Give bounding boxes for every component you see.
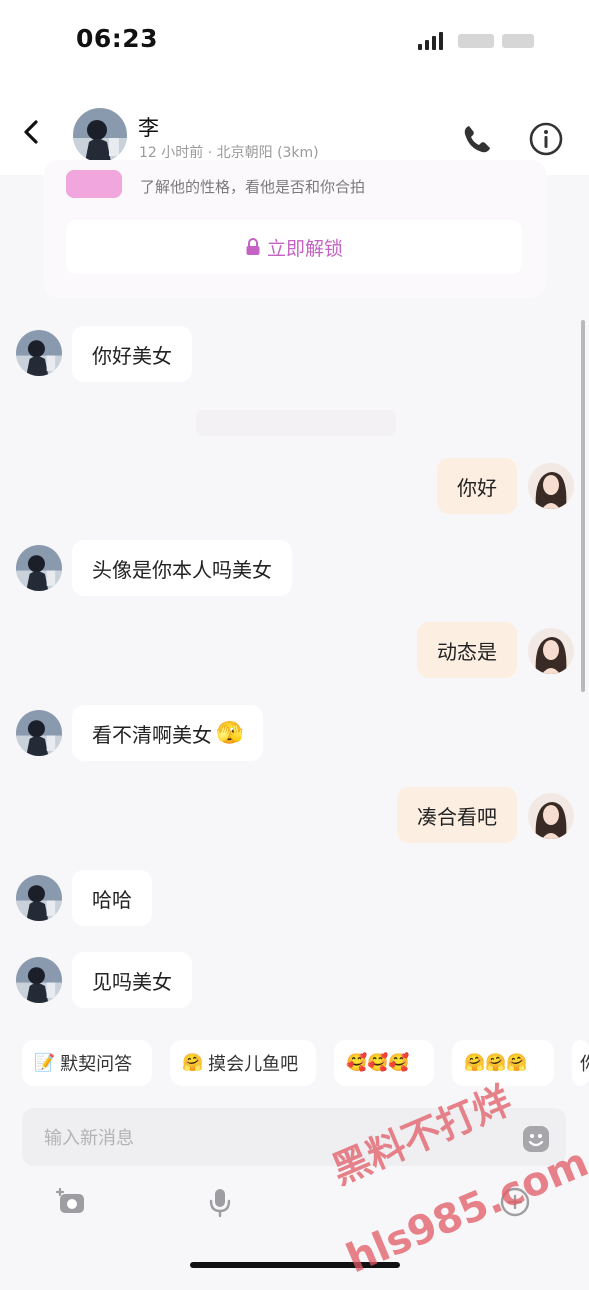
contact-avatar[interactable] [73,108,127,162]
status-time: 06:23 [76,24,159,53]
hug-icon: 🤗 [182,1053,204,1073]
camera-icon [55,1187,84,1213]
message-composer [22,1108,566,1166]
unlock-label: 立即解锁 [266,237,343,260]
chip-emoji-love[interactable]: 🥰🥰🥰 [334,1040,434,1086]
back-button[interactable] [18,118,46,146]
contact-avatar-small[interactable] [16,330,62,376]
card-illustration [66,170,122,198]
outgoing-message[interactable]: 你好 [437,458,517,514]
faint-timestamp-bar [196,410,396,436]
emoji-button[interactable] [522,1125,550,1153]
peek-emoji: 🫣 [216,720,244,746]
contact-avatar-small[interactable] [16,710,62,756]
scrollbar[interactable] [581,320,585,692]
message-text: 你好美女 [92,343,172,368]
chip-tacit-quiz[interactable]: 📝 默契问答 [22,1040,152,1086]
chevron-left-icon [24,120,38,144]
home-indicator [190,1262,400,1268]
outgoing-message[interactable]: 凑合看吧 [397,787,517,843]
incoming-message[interactable]: 哈哈 [72,870,152,926]
wifi-icon [458,34,494,48]
message-text: 动态是 [437,639,497,664]
contact-avatar-small[interactable] [16,545,62,591]
battery-icon [502,34,534,48]
chip-label: 你 [580,1050,589,1076]
incoming-message[interactable]: 你好美女 [72,326,192,382]
smile-icon [523,1126,549,1152]
signal-bar [425,40,429,50]
memo-icon: 📝 [34,1053,56,1073]
my-avatar[interactable] [528,463,574,509]
chip-label: 摸会儿鱼吧 [208,1054,299,1075]
quick-reply-chips: 📝 默契问答 🤗 摸会儿鱼吧 🥰🥰🥰 🤗🤗🤗 你 [0,1040,589,1090]
microphone-icon [209,1189,231,1218]
status-icons [418,30,538,52]
hug-face-icon: 🤗🤗🤗 [464,1053,528,1073]
message-input[interactable] [42,1120,506,1156]
signal-bar [432,36,436,50]
signal-bar [439,32,443,50]
message-text: 哈哈 [92,887,132,912]
contact-name: 李 [138,116,159,140]
info-button[interactable] [528,121,564,157]
message-text: 见吗美女 [92,969,172,994]
message-text: 看不清啊美女 [92,722,212,747]
contact-avatar-small[interactable] [16,957,62,1003]
contact-avatar-small[interactable] [16,875,62,921]
chip-emoji-hug[interactable]: 🤗🤗🤗 [452,1040,554,1086]
my-avatar[interactable] [528,628,574,674]
call-button[interactable] [460,122,494,156]
incoming-message[interactable]: 看不清啊美女 🫣 [72,705,264,761]
info-icon [529,122,563,156]
personality-unlock-card: 了解他的性格，看他是否和你合拍 立即解锁 [44,160,546,298]
unlock-button[interactable]: 立即解锁 [66,220,522,274]
status-bar: 06:23 [0,0,589,80]
camera-button[interactable] [55,1186,88,1218]
lock-icon [246,238,260,255]
message-text: 凑合看吧 [417,804,497,829]
message-text: 你好 [457,475,497,500]
more-button[interactable] [499,1186,531,1218]
love-face-icon: 🥰🥰🥰 [346,1053,410,1073]
plus-circle-icon [500,1187,530,1217]
card-description: 了解他的性格，看他是否和你合拍 [140,178,366,196]
voice-button[interactable] [204,1186,236,1218]
my-avatar[interactable] [528,793,574,839]
contact-subtitle: 12 小时前 · 北京朝阳 (3km) [139,145,319,161]
outgoing-message[interactable]: 动态是 [417,622,517,678]
phone-icon [464,126,490,153]
signal-bar [418,44,422,50]
incoming-message[interactable]: 头像是你本人吗美女 [72,540,292,596]
chip-slack-off[interactable]: 🤗 摸会儿鱼吧 [170,1040,316,1086]
chip-more[interactable]: 你 [572,1040,589,1086]
chip-label: 默契问答 [60,1054,133,1075]
incoming-message[interactable]: 见吗美女 [72,952,192,1008]
message-text: 头像是你本人吗美女 [92,557,272,582]
